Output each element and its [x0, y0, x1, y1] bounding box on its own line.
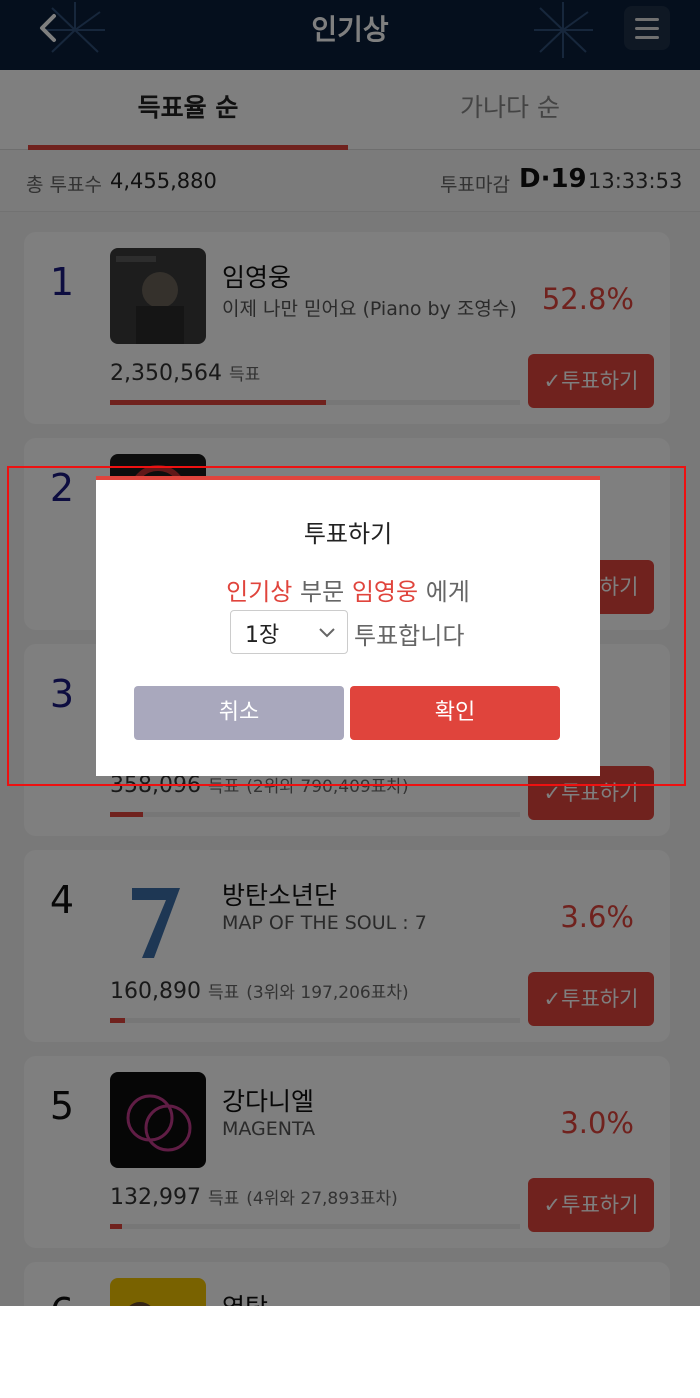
- bottom-blank-area: [0, 1306, 700, 1398]
- annotation-highlight-box: [7, 466, 686, 786]
